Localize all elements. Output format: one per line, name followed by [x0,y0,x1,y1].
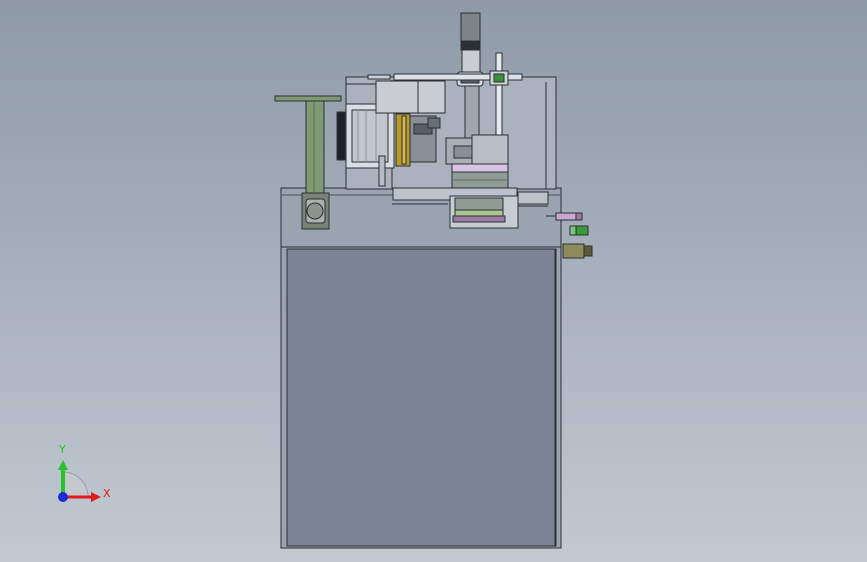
axis-triad [58,460,101,502]
slide-table[interactable] [445,134,509,189]
base-cabinet[interactable] [280,187,562,549]
cad-viewport[interactable]: Y X [0,0,867,562]
column-motor-box[interactable] [301,192,330,230]
left-column[interactable] [274,95,342,194]
axis-x-label: X [103,487,111,500]
machine-model[interactable] [0,0,867,562]
axis-y-label: Y [59,443,66,456]
tool-head[interactable] [375,80,446,114]
